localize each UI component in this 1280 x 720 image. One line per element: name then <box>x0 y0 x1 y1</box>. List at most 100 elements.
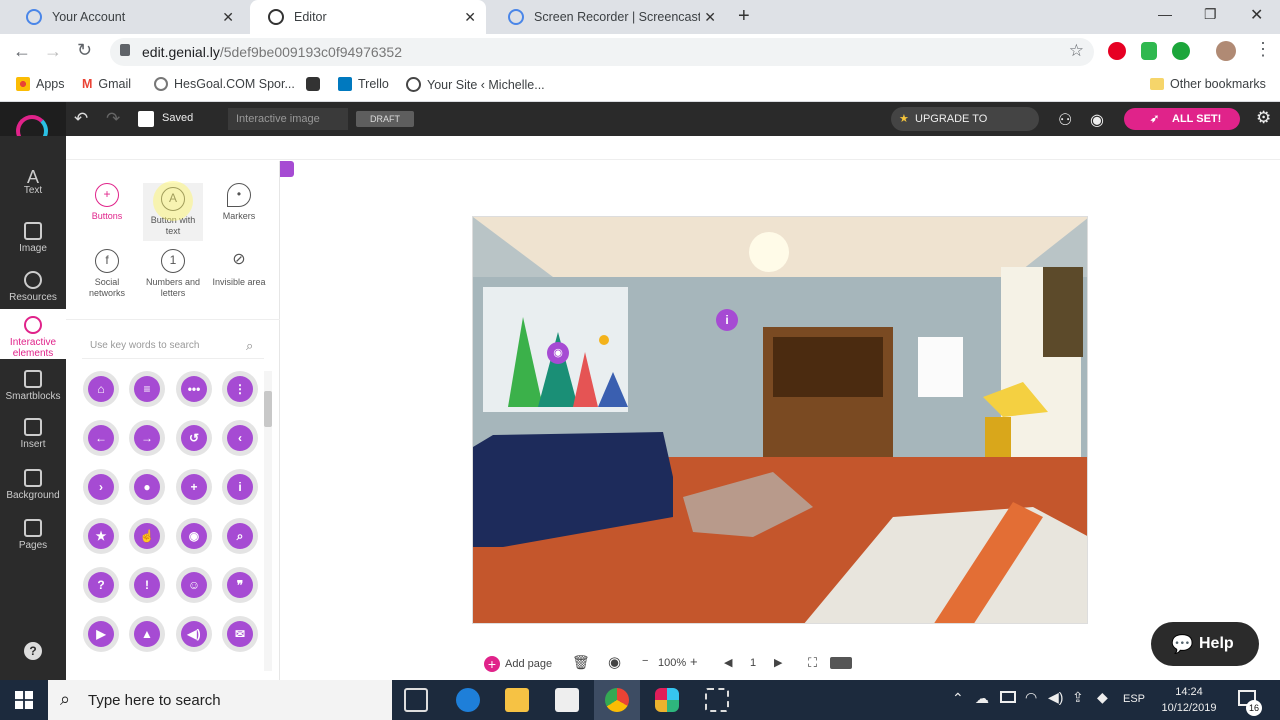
zoom-out-icon[interactable]: − <box>642 655 648 667</box>
extension-b-icon[interactable] <box>1172 42 1190 60</box>
interactive-button-option[interactable]: ◉ <box>176 518 212 554</box>
interactive-button-option[interactable]: + <box>176 469 212 505</box>
rail-item-interactive-active[interactable]: Interactive elements <box>0 309 66 359</box>
reload-icon[interactable]: ↻ <box>77 40 92 61</box>
interactive-button-option[interactable]: ★ <box>83 518 119 554</box>
page-view-toggle-icon[interactable] <box>830 657 852 669</box>
interactive-button-option[interactable]: ← <box>83 420 119 456</box>
upgrade-premium-button[interactable]: ★UPGRADE TO PREMIUM <box>891 107 1039 149</box>
snip-icon[interactable] <box>705 688 729 712</box>
interactive-button-option[interactable]: ? <box>83 567 119 603</box>
background-image-living-room[interactable]: ◉ i <box>472 216 1088 624</box>
cloud-icon[interactable]: ☁ <box>975 690 989 707</box>
profile-avatar[interactable] <box>1216 41 1236 61</box>
task-view-icon[interactable] <box>404 688 428 712</box>
close-tab-icon[interactable]: ✕ <box>464 9 476 26</box>
pinterest-extension-icon[interactable] <box>1108 42 1126 60</box>
clock[interactable]: 14:24 10/12/2019 <box>1158 684 1220 716</box>
tab-editor[interactable]: Editor ✕ <box>250 0 486 34</box>
interactive-button-option[interactable]: ‹ <box>222 420 258 456</box>
slack-icon[interactable] <box>655 688 679 712</box>
store-icon[interactable] <box>555 688 579 712</box>
tab-screen-recorder[interactable]: Screen Recorder | Screencast-O-Matic ✕ <box>490 0 726 34</box>
interactive-button-option[interactable]: ❞ <box>222 567 258 603</box>
category-social-networks[interactable]: f Social networks <box>77 249 137 299</box>
eye-hotspot-icon[interactable]: ◉ <box>547 342 569 364</box>
interactive-button-option[interactable]: ≡ <box>129 371 165 407</box>
zoom-in-icon[interactable]: + <box>690 654 698 669</box>
dropbox-icon[interactable]: ◆ <box>1097 689 1108 706</box>
interactive-button-option[interactable]: ⌂ <box>83 371 119 407</box>
taskbar-search-box[interactable]: ⌕ Type here to search <box>48 680 392 720</box>
panel-scrollbar[interactable] <box>264 371 272 671</box>
bookmark-gmail[interactable]: M Gmail <box>82 77 131 91</box>
preview-eye-icon[interactable]: ◉ <box>1090 110 1104 130</box>
rail-item-resources[interactable]: Resources <box>0 271 66 303</box>
scrollbar-thumb[interactable] <box>264 391 272 427</box>
restore-button[interactable]: ❐ <box>1204 6 1217 23</box>
interactive-button-option[interactable]: ⌕ <box>222 518 258 554</box>
close-tab-icon[interactable]: ✕ <box>704 9 716 26</box>
back-icon[interactable]: ← <box>13 41 31 62</box>
chrome-menu-icon[interactable]: ⋮ <box>1254 39 1272 60</box>
help-question-icon[interactable]: ? <box>24 642 42 660</box>
rail-item-pages[interactable]: Pages <box>0 519 66 551</box>
fit-screen-icon[interactable]: ⛶ <box>808 655 817 671</box>
interactive-button-option[interactable]: ☝ <box>129 518 165 554</box>
bookmark-site[interactable] <box>306 77 320 91</box>
rail-item-image[interactable]: Image <box>0 222 66 254</box>
next-page-icon[interactable]: ▶ <box>774 656 782 669</box>
visibility-eye-icon[interactable]: ◉ <box>608 653 621 671</box>
new-tab-button[interactable]: + <box>738 5 750 28</box>
interactive-button-option[interactable]: ● <box>129 469 165 505</box>
rail-item-background[interactable]: Background <box>0 469 66 501</box>
panel-collapse-tab[interactable] <box>280 161 294 177</box>
category-buttons[interactable]: + Buttons <box>77 183 137 222</box>
add-page-button[interactable]: + Add page <box>484 652 552 676</box>
interactive-button-option[interactable]: ◀) <box>176 616 212 652</box>
file-explorer-icon[interactable] <box>505 688 529 712</box>
bookmark-star-icon[interactable]: ☆ <box>1069 41 1084 61</box>
title-input[interactable]: Interactive image <box>228 108 348 130</box>
bookmark-hesgoal[interactable]: HesGoal.COM Spor... <box>154 77 295 91</box>
edge-icon[interactable] <box>456 688 480 712</box>
interactive-button-option[interactable]: ⋮ <box>222 371 258 407</box>
settings-gear-icon[interactable]: ⚙ <box>1256 108 1271 128</box>
language-indicator[interactable]: ESP <box>1123 693 1145 705</box>
interactive-button-option[interactable]: ! <box>129 567 165 603</box>
trash-icon[interactable]: 🗑 <box>572 654 590 671</box>
interactive-button-option[interactable]: i <box>222 469 258 505</box>
bookmark-trello[interactable]: Trello <box>338 77 389 91</box>
taskbar-chrome-active[interactable] <box>594 680 640 720</box>
hotspot-dot[interactable] <box>599 335 609 345</box>
wifi-icon[interactable]: ◠ <box>1025 689 1037 706</box>
other-bookmarks[interactable]: Other bookmarks <box>1150 77 1266 91</box>
tray-chevron-icon[interactable]: ⌃ <box>952 690 964 707</box>
interactive-button-option[interactable]: ▶ <box>83 616 119 652</box>
address-bar[interactable]: edit.genial.ly/5def9be009193c0f94976352 … <box>110 38 1094 66</box>
volume-icon[interactable]: ◀) <box>1048 689 1063 706</box>
battery-icon[interactable] <box>1000 691 1016 703</box>
undo-icon[interactable]: ↶ <box>74 109 88 129</box>
window-close-button[interactable]: ✕ <box>1250 5 1263 25</box>
redo-icon[interactable]: ↷ <box>106 109 120 129</box>
bookmark-your-site[interactable]: Your Site ‹ Michelle... <box>406 77 545 92</box>
category-numbers-letters[interactable]: 1 Numbers and letters <box>143 249 203 299</box>
interactive-button-option[interactable]: ▲ <box>129 616 165 652</box>
interactive-button-option[interactable]: ✉ <box>222 616 258 652</box>
bookmark-apps[interactable]: Apps <box>16 77 65 91</box>
add-user-icon[interactable]: ⚇ <box>1058 110 1072 130</box>
interactive-button-option[interactable]: ↺ <box>176 420 212 456</box>
close-tab-icon[interactable]: ✕ <box>222 9 234 26</box>
rail-item-insert[interactable]: Insert <box>0 418 66 450</box>
windows-start-icon[interactable] <box>15 691 33 709</box>
rail-item-text[interactable]: A Text <box>0 168 66 196</box>
interactive-button-option[interactable]: ••• <box>176 371 212 407</box>
category-invisible-area[interactable]: ⊘ Invisible area <box>209 249 269 288</box>
interactive-button-option[interactable]: › <box>83 469 119 505</box>
forward-icon[interactable]: → <box>44 41 62 62</box>
search-icon[interactable]: ⌕ <box>246 338 253 354</box>
info-hotspot[interactable]: i <box>716 309 738 331</box>
interactive-button-option[interactable]: → <box>129 420 165 456</box>
prev-page-icon[interactable]: ◀ <box>724 656 732 669</box>
